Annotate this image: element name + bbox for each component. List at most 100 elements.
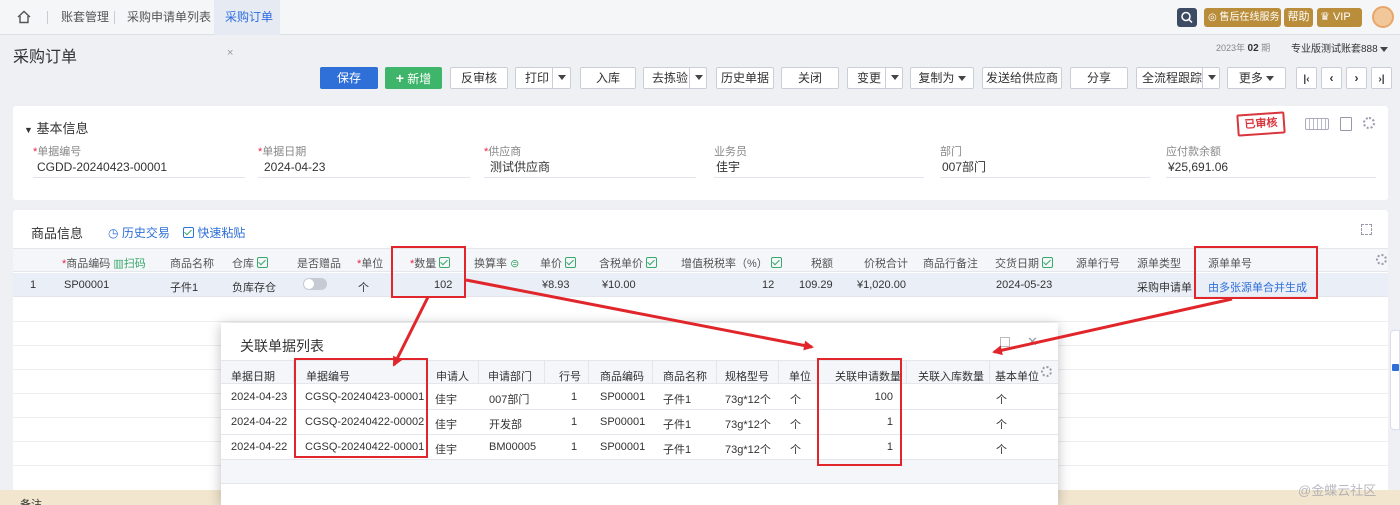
doc-date-field[interactable]: 2024-04-23 — [258, 156, 470, 178]
period-number: 02 — [1247, 43, 1259, 54]
department-field[interactable]: 007部门 — [940, 156, 1150, 178]
chevron-down-icon[interactable] — [552, 68, 571, 88]
supplier-field[interactable]: 测试供应商 — [484, 156, 696, 178]
swap-icon[interactable]: ⊜ — [510, 258, 519, 270]
cell-warehouse[interactable]: 负库存仓 — [232, 279, 276, 295]
cell-unit[interactable]: 个 — [358, 279, 369, 295]
vip-badge[interactable]: ♛ VIP — [1317, 8, 1362, 27]
search-icon[interactable] — [1177, 8, 1197, 27]
close-button[interactable]: 关闭 — [781, 67, 839, 89]
close-icon[interactable]: × — [227, 47, 233, 59]
column-divider — [989, 360, 990, 384]
gift-toggle[interactable] — [303, 278, 327, 290]
dialog-fullscreen-icon[interactable] — [1000, 337, 1010, 347]
keyboard-icon[interactable] — [1305, 118, 1329, 130]
dialog-col-unit: 单位 — [789, 371, 811, 383]
dialog-col-spec: 规格型号 — [725, 371, 769, 383]
dialog-cell-spec: 73g*12个 — [725, 394, 771, 406]
chevron-down-icon[interactable] — [1202, 68, 1220, 88]
column-divider — [544, 360, 545, 384]
batch-edit-icon[interactable] — [1042, 257, 1053, 268]
more-button[interactable]: 更多 — [1227, 67, 1286, 89]
batch-edit-icon[interactable] — [646, 257, 657, 268]
fullscreen-icon[interactable] — [1361, 224, 1372, 235]
dialog-column-settings-icon[interactable] — [1041, 366, 1052, 377]
previous-record-button[interactable]: ‹ — [1321, 67, 1342, 89]
salesperson-field[interactable]: 佳宇 — [714, 156, 924, 178]
dialog-col-line: 行号 — [559, 371, 581, 383]
col-conversion-rate: 换算率 ⊜ — [474, 258, 520, 270]
dialog-cell-line: 1 — [571, 416, 578, 428]
first-record-button[interactable]: |‹ — [1296, 67, 1317, 89]
batch-edit-icon[interactable] — [565, 257, 576, 268]
side-float-tab[interactable] — [1390, 330, 1400, 430]
cell-tax-inclusive-price[interactable]: ¥10.00 — [602, 279, 636, 291]
dialog-close-icon[interactable]: ✕ — [1027, 334, 1038, 350]
cell-delivery-date[interactable]: 2024-05-23 — [996, 279, 1052, 291]
dialog-cell-date: 2024-04-22 — [231, 416, 288, 428]
headset-icon: ◎ — [1208, 12, 1217, 23]
basic-info-header[interactable]: ▼ 基本信息 — [24, 118, 89, 137]
send-to-supplier-button[interactable]: 发送给供应商 — [982, 67, 1062, 89]
audited-stamp: 已审核 — [1236, 111, 1286, 137]
account-name[interactable]: 专业版测试账套888 — [1291, 40, 1389, 55]
full-process-trace-button[interactable]: 全流程跟踪 — [1136, 67, 1220, 89]
dialog-cell-date: 2024-04-22 — [231, 441, 288, 453]
save-button[interactable]: 保存 — [320, 67, 378, 89]
dialog-cell-applicant: 佳宇 — [435, 444, 457, 456]
inspect-button[interactable]: 去拣验 — [643, 67, 707, 89]
share-button[interactable]: 分享 — [1070, 67, 1128, 89]
chevron-down-icon — [1266, 76, 1275, 82]
col-tax-amount: 税额 — [811, 258, 833, 270]
tab-purchase-order[interactable]: 采购订单 × — [214, 0, 280, 59]
doc-number-field[interactable]: CGDD-20240423-00001 — [33, 156, 245, 178]
quick-paste-link[interactable]: 快速粘贴 — [180, 224, 245, 241]
column-settings-icon[interactable] — [1376, 254, 1387, 265]
history-trade-link[interactable]: ◷ 历史交易 — [108, 224, 170, 241]
document-settings-icon[interactable] — [1340, 117, 1352, 131]
next-record-button[interactable]: › — [1346, 67, 1367, 89]
change-button[interactable]: 变更 — [847, 67, 903, 89]
print-button[interactable]: 打印 — [515, 67, 571, 89]
cell-product-name[interactable]: 子件1 — [170, 279, 198, 295]
batch-edit-icon[interactable] — [257, 257, 268, 268]
batch-edit-icon[interactable] — [770, 257, 782, 268]
avatar[interactable] — [1372, 6, 1394, 28]
home-icon[interactable] — [17, 10, 31, 24]
last-page-icon: ›| — [1378, 74, 1385, 85]
highlight-request-qty-column — [817, 358, 902, 466]
after-sales-service-button[interactable]: ◎ 售后在线服务 — [1204, 8, 1281, 27]
chevron-down-icon[interactable] — [885, 68, 903, 88]
dialog-cell-base-unit: 个 — [996, 444, 1007, 456]
col-vat-rate: 增值税税率（%） — [681, 255, 782, 271]
cell-vat-rate[interactable]: 12 — [762, 279, 774, 291]
gear-icon[interactable] — [1363, 117, 1375, 129]
new-button[interactable]: + 新增 — [385, 67, 442, 89]
dialog-cell-product-code: SP00001 — [600, 416, 646, 428]
barcode-icon: ▥ — [113, 258, 124, 270]
stock-in-button[interactable]: 入库 — [580, 67, 636, 89]
dialog-cell-base-unit: 个 — [996, 419, 1007, 431]
cell-product-code[interactable]: SP00001 — [64, 279, 109, 291]
dialog-cell-product-name: 子件1 — [663, 394, 692, 406]
history-documents-button[interactable]: 历史单据 — [716, 67, 774, 89]
last-record-button[interactable]: ›| — [1371, 67, 1392, 89]
dialog-col-department: 申请部门 — [488, 371, 532, 383]
chat-icon[interactable] — [1392, 364, 1399, 371]
dialog-col-base-unit: 基本单位 — [995, 371, 1039, 383]
chevron-down-icon[interactable] — [689, 68, 707, 88]
payable-balance-field: ¥25,691.06 — [1166, 156, 1376, 178]
col-warehouse: 仓库 — [232, 255, 268, 271]
column-divider — [478, 360, 479, 384]
copy-as-button[interactable]: 复制为 — [910, 67, 974, 89]
accounting-period: 2023年 02 期 — [1216, 43, 1271, 54]
unaudit-button[interactable]: 反审核 — [450, 67, 508, 89]
scan-button[interactable]: ▥扫码 — [113, 258, 145, 270]
cell-unit-price[interactable]: ¥8.93 — [542, 279, 570, 291]
highlight-quantity-column — [391, 246, 466, 298]
dialog-cell-spec: 73g*12个 — [725, 444, 771, 456]
watermark: @金蝶云社区 — [1298, 483, 1377, 498]
tab-purchase-request-list[interactable]: 采购申请单列表 — [127, 0, 211, 35]
tab-account-management[interactable]: 账套管理 — [61, 0, 109, 35]
help-button[interactable]: 帮助 — [1284, 8, 1313, 27]
